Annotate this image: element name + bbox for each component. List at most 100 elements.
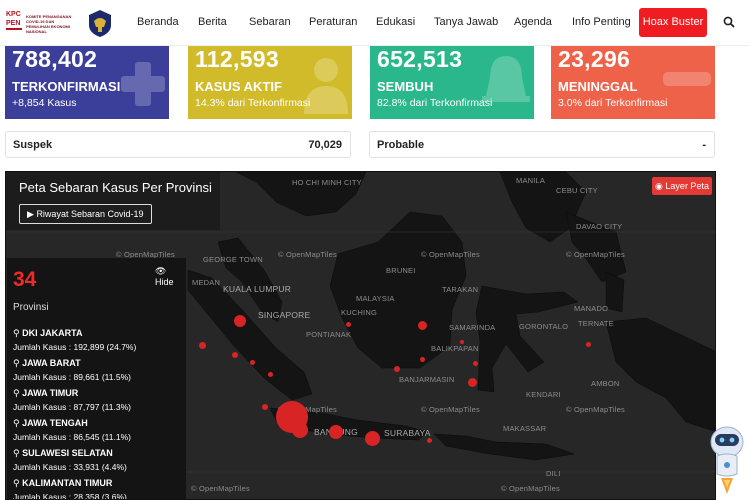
map-label-ternate: TERNATE <box>578 319 614 328</box>
map-label-gorontalo: GORONTALO <box>519 322 569 331</box>
province-cases: Jumlah Kasus : 86,545 (11.1%) <box>13 432 131 442</box>
case-bubble-jateng[interactable] <box>329 425 343 439</box>
svg-text:PEN: PEN <box>6 20 20 27</box>
riwayat-label: Riwayat Sebaran Covid-19 <box>36 209 144 219</box>
map-header: Peta Sebaran Kasus Per Provinsi ▶ Riwaya… <box>6 172 220 230</box>
case-bubble-bali[interactable] <box>427 438 432 443</box>
province-cases: Jumlah Kasus : 33,931 (4.4%) <box>13 462 127 472</box>
map-attribution: © OpenMapTiles <box>421 405 480 414</box>
logo-caption: KOMITE PENANGANAN COVID-19 DAN PEMULIHAN… <box>26 14 72 34</box>
nav-beranda[interactable]: Beranda <box>137 16 179 28</box>
map-pin-icon: ⚲ <box>13 358 20 368</box>
case-bubble-kaltim[interactable] <box>418 321 427 330</box>
map-label-cebu: CEBU CITY <box>556 186 598 195</box>
province-name: KALIMANTAN TIMUR <box>22 478 113 488</box>
case-bubble-kalsel[interactable] <box>394 366 400 372</box>
case-bubble-kalteng[interactable] <box>420 357 425 362</box>
case-bubble-sulbar[interactable] <box>473 361 478 366</box>
active-count: 112,593 <box>195 46 279 72</box>
case-bubble-banten[interactable] <box>262 404 268 410</box>
map-label-brunei: BRUNEI <box>386 266 416 275</box>
map-attribution: © OpenMapTiles <box>191 484 250 493</box>
nav-sebaran[interactable]: Sebaran <box>249 16 291 28</box>
stat-card-kasus-aktif: 112,593 KASUS AKTIF 14.3% dari Terkonfir… <box>188 46 352 119</box>
province-item[interactable]: ⚲ DKI JAKARTA Jumlah Kasus : 192,899 (24… <box>13 328 185 352</box>
province-item[interactable]: ⚲ KALIMANTAN TIMUR Jumlah Kasus : 28,358… <box>13 478 185 500</box>
province-name: JAWA BARAT <box>22 358 81 368</box>
deaths-sub: 3.0% dari Terkonfirmasi <box>558 97 668 109</box>
province-item[interactable]: ⚲ JAWA TENGAH Jumlah Kasus : 86,545 (11.… <box>13 418 185 442</box>
map-label-manila: MANILA <box>516 176 546 185</box>
deaths-label: MENINGGAL <box>558 79 638 94</box>
map-label-hochiminh: HO CHI MINH CITY <box>292 178 362 187</box>
suspek-label: Suspek <box>13 139 53 151</box>
case-bubble-sumsel[interactable] <box>268 372 273 377</box>
rounded-bar-icon <box>663 72 711 86</box>
plus-icon <box>121 62 165 106</box>
map-label-dili: DILI <box>546 469 561 478</box>
case-bubble-sumut[interactable] <box>199 342 206 349</box>
case-bubble-jabar[interactable] <box>292 422 308 438</box>
map-pin-icon: ⚲ <box>13 448 20 458</box>
map-label-georgetown: GEORGE TOWN <box>203 255 263 264</box>
nav-tanya-jawab[interactable]: Tanya Jawab <box>434 16 498 28</box>
probable-box: Probable - <box>369 131 715 158</box>
province-cases: Jumlah Kasus : 87,797 (11.3%) <box>13 402 131 412</box>
case-bubble-maluku[interactable] <box>586 342 591 347</box>
map-label-pontianak: PONTIANAK <box>306 330 352 339</box>
search-icon[interactable] <box>722 15 736 29</box>
nav-edukasi[interactable]: Edukasi <box>376 16 415 28</box>
stat-card-terkonfirmasi: 788,402 TERKONFIRMASI +8,854 Kasus <box>5 46 169 119</box>
nav-agenda[interactable]: Agenda <box>514 16 552 28</box>
chatbot-mascot-icon[interactable] <box>707 422 747 500</box>
case-bubble-kalbar[interactable] <box>346 322 351 327</box>
province-item[interactable]: ⚲ JAWA BARAT Jumlah Kasus : 89,661 (11.5… <box>13 358 185 382</box>
province-item[interactable]: ⚲ JAWA TIMUR Jumlah Kasus : 87,797 (11.3… <box>13 388 185 412</box>
map-pin-icon: ⚲ <box>13 328 20 338</box>
kpcpen-logo[interactable]: KPC PEN <box>5 8 23 38</box>
map-label-manado: MANADO <box>574 304 609 313</box>
probable-value: - <box>702 139 706 151</box>
case-bubble-jambi[interactable] <box>250 360 255 365</box>
map-label-malaysia: MALAYSIA <box>356 294 395 303</box>
probable-label: Probable <box>377 139 425 151</box>
case-bubble-jatim[interactable] <box>365 431 380 446</box>
stat-card-meninggal: 23,296 MENINGGAL 3.0% dari Terkonfirmasi <box>551 46 715 119</box>
garuda-emblem-icon[interactable] <box>84 7 116 39</box>
case-bubble-riau[interactable] <box>232 352 238 358</box>
confirmed-label: TERKONFIRMASI <box>12 79 121 94</box>
case-bubble-sulsel[interactable] <box>468 378 477 387</box>
hide-label: Hide <box>155 277 174 287</box>
recovered-count: 652,513 <box>377 46 463 72</box>
province-cases: Jumlah Kasus : 28,358 (3.6%) <box>13 492 127 500</box>
province-name: JAWA TIMUR <box>22 388 79 398</box>
riwayat-sebaran-button[interactable]: ▶ Riwayat Sebaran Covid-19 <box>19 204 152 224</box>
map-attribution: © OpenMapTiles <box>566 405 625 414</box>
hoax-buster-button[interactable]: Hoax Buster <box>639 8 707 37</box>
active-sub: 14.3% dari Terkonfirmasi <box>195 97 311 109</box>
case-distribution-map[interactable]: HO CHI MINH CITY GEORGE TOWN MEDAN KUALA… <box>5 171 716 500</box>
map-label-medan: MEDAN <box>192 278 221 287</box>
case-bubble-sumbar[interactable] <box>234 315 246 327</box>
case-bubble-kaltara[interactable] <box>460 340 464 344</box>
suspek-box: Suspek 70,029 <box>5 131 351 158</box>
map-label-tarakan: TARAKAN <box>442 285 479 294</box>
province-count: 34 <box>13 268 37 291</box>
map-attribution: © OpenMapTiles <box>421 250 480 259</box>
province-name: DKI JAKARTA <box>22 328 83 338</box>
confirmed-sub: +8,854 Kasus <box>12 97 77 109</box>
nav-info-penting[interactable]: Info Penting <box>572 16 631 28</box>
map-label-davao: DAVAO CITY <box>576 222 623 231</box>
map-attribution: © OpenMapTiles <box>278 250 337 259</box>
nav-peraturan[interactable]: Peraturan <box>309 16 357 28</box>
play-icon: ▶ <box>27 209 34 219</box>
province-item[interactable]: ⚲ SULAWESI SELATAN Jumlah Kasus : 33,931… <box>13 448 185 472</box>
layer-peta-button[interactable]: ◉ Layer Peta <box>652 177 712 195</box>
nav-berita[interactable]: Berita <box>198 16 227 28</box>
map-pin-icon: ⚲ <box>13 418 20 428</box>
hide-panel-button[interactable]: 👁 Hide <box>155 266 186 287</box>
deaths-count: 23,296 <box>558 46 631 72</box>
map-title: Peta Sebaran Kasus Per Provinsi <box>19 180 212 195</box>
svg-text:KPC: KPC <box>6 11 21 18</box>
map-label-singapore: SINGAPORE <box>258 310 311 320</box>
